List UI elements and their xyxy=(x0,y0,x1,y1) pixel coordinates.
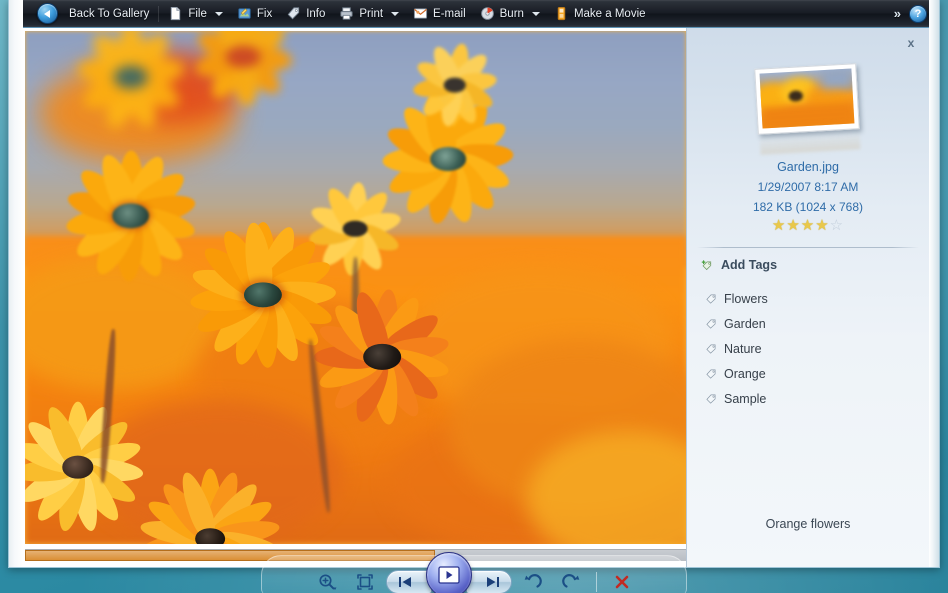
close-panel-button[interactable]: x xyxy=(903,36,919,50)
file-page-icon xyxy=(168,6,183,21)
chevron-down-icon xyxy=(214,11,223,16)
burn-disc-icon xyxy=(480,6,495,21)
file-size-label: 182 KB (1024 x 768) xyxy=(752,200,864,214)
previous-icon xyxy=(398,576,411,587)
tag-item[interactable]: Orange xyxy=(705,361,929,386)
photo-frame xyxy=(25,31,686,544)
next-icon xyxy=(486,576,499,587)
fit-to-window-button[interactable] xyxy=(348,569,382,593)
window-right-edge xyxy=(929,0,939,567)
back-to-gallery-button[interactable]: Back To Gallery xyxy=(37,2,156,26)
tag-item[interactable]: Garden xyxy=(705,311,929,336)
delete-x-icon xyxy=(615,575,628,588)
printer-icon xyxy=(339,6,354,21)
thumbnail-reflection xyxy=(759,131,861,155)
chevron-down-icon xyxy=(391,11,400,16)
tag-icon xyxy=(705,343,717,355)
photo-flower xyxy=(389,41,521,128)
add-tags-label: Add Tags xyxy=(721,258,778,272)
magnifier-plus-icon xyxy=(318,573,336,590)
file-date-label[interactable]: 1/29/2007 8:17 AM xyxy=(687,180,929,194)
photo-thumbnail[interactable] xyxy=(754,63,860,135)
info-panel: x Garden.jpg 1/29/2007 8:17 AM 182 KB (1… xyxy=(686,28,929,567)
star-5[interactable]: ☆ xyxy=(830,217,844,234)
photo-flower xyxy=(111,467,309,544)
tag-icon xyxy=(705,393,717,405)
tag-list: Flowers Garden Nature Orange Sample xyxy=(687,272,929,411)
burn-menu-button[interactable]: Burn xyxy=(473,2,547,26)
play-slideshow-button[interactable] xyxy=(425,551,472,593)
navbar-separator xyxy=(595,571,597,592)
main-toolbar: Back To Gallery File Fix Info Print E-ma… xyxy=(9,0,939,28)
tag-item[interactable]: Sample xyxy=(705,386,929,411)
add-tags-button[interactable]: Add Tags xyxy=(687,248,929,272)
chevron-down-icon xyxy=(531,11,540,16)
photo-caption[interactable]: Orange flowers xyxy=(687,517,929,531)
delete-button[interactable] xyxy=(605,569,639,593)
previous-button[interactable] xyxy=(385,569,432,593)
info-label: Info xyxy=(306,7,326,20)
tag-icon xyxy=(705,293,717,305)
next-button[interactable] xyxy=(465,569,512,593)
fit-to-window-icon xyxy=(356,573,373,590)
rotate-right-button[interactable] xyxy=(554,569,588,593)
info-button[interactable]: Info xyxy=(279,2,332,26)
burn-label: Burn xyxy=(499,7,524,20)
print-label: Print xyxy=(359,7,384,20)
email-icon xyxy=(413,6,428,21)
photo-flower xyxy=(164,31,323,108)
tag-item[interactable]: Flowers xyxy=(705,286,929,311)
print-menu-button[interactable]: Print xyxy=(332,2,406,26)
rating-stars[interactable]: ★★★★☆ xyxy=(687,218,929,233)
photo-image xyxy=(25,31,686,544)
star-3[interactable]: ★ xyxy=(801,217,815,234)
file-menu-label: File xyxy=(188,7,207,20)
thumbnail-container[interactable] xyxy=(752,62,864,155)
content-area: x Garden.jpg 1/29/2007 8:17 AM 182 KB (1… xyxy=(23,28,929,567)
photo-viewport[interactable] xyxy=(23,28,686,567)
slideshow-play-icon xyxy=(437,565,460,584)
rotate-counterclockwise-icon xyxy=(524,573,542,588)
make-a-movie-button[interactable]: Make a Movie xyxy=(547,2,653,26)
window-left-edge xyxy=(9,0,23,567)
viewer-window: Back To Gallery File Fix Info Print E-ma… xyxy=(8,0,940,568)
zoom-button[interactable] xyxy=(310,569,344,593)
tag-label: Sample xyxy=(724,391,767,406)
movie-icon xyxy=(554,6,569,21)
make-a-movie-label: Make a Movie xyxy=(573,7,646,20)
toolbar-overflow-button[interactable]: » xyxy=(886,6,909,21)
photo-viewer-app: Back To Gallery File Fix Info Print E-ma… xyxy=(0,0,948,593)
back-to-gallery-label: Back To Gallery xyxy=(69,7,150,20)
file-menu-button[interactable]: File xyxy=(161,2,230,26)
tag-label: Orange xyxy=(724,366,766,381)
fix-label: Fix xyxy=(256,7,273,20)
tag-icon xyxy=(705,318,717,330)
back-arrow-icon xyxy=(37,3,58,24)
fix-wand-icon xyxy=(237,6,252,21)
tag-label: Garden xyxy=(724,316,766,331)
tag-item[interactable]: Nature xyxy=(705,336,929,361)
file-name-label[interactable]: Garden.jpg xyxy=(687,160,929,174)
playback-toolbar xyxy=(261,551,687,593)
add-tag-icon xyxy=(701,259,714,272)
tag-label: Flowers xyxy=(724,291,768,306)
rotate-clockwise-icon xyxy=(561,573,579,588)
star-1[interactable]: ★ xyxy=(772,217,786,234)
email-label: E-mail xyxy=(433,7,466,20)
star-4[interactable]: ★ xyxy=(815,217,829,234)
toolbar-separator xyxy=(158,5,160,22)
thumbnail-image xyxy=(759,68,855,129)
fix-button[interactable]: Fix xyxy=(230,2,279,26)
help-button[interactable]: ? xyxy=(909,4,927,23)
tag-icon xyxy=(705,368,717,380)
tag-label: Nature xyxy=(724,341,762,356)
star-2[interactable]: ★ xyxy=(786,217,800,234)
rotate-left-button[interactable] xyxy=(516,569,550,593)
info-tag-icon xyxy=(286,6,301,21)
email-button[interactable]: E-mail xyxy=(406,2,473,26)
